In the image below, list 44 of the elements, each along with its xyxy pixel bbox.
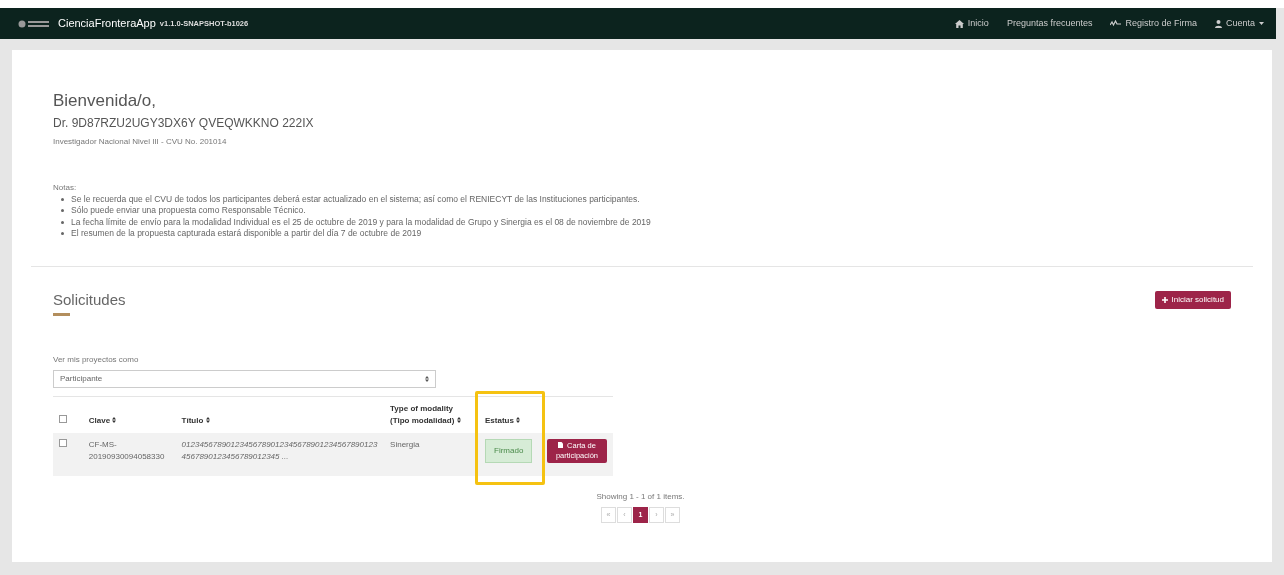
user-subtitle: Investigador Nacional Nivel III - CVU No. 201014: [53, 135, 228, 148]
table-cell: CF-MS-20190930094058330: [82, 433, 176, 476]
items-summary: Showing 1 - 1 of 1 items.: [596, 491, 685, 503]
column-header[interactable]: Título: [181, 415, 210, 427]
sort-icon: [516, 417, 521, 423]
new-request-button[interactable]: Iniciar solicitud: [1154, 290, 1231, 309]
bullet-icon: [61, 197, 64, 201]
document-icon: [558, 442, 564, 448]
role-select[interactable]: Participante: [53, 370, 436, 388]
note-item: Sólo puede enviar una propuesta como Responsable Técnico.: [71, 205, 306, 217]
column-header[interactable]: Type of modality (Tipo modalidad): [390, 403, 474, 427]
sort-icon: [425, 376, 429, 382]
nav-link[interactable]: Cuenta: [1214, 16, 1264, 31]
bullet-icon: [61, 220, 64, 224]
notes-heading: Notas:: [53, 181, 78, 194]
sort-icon: [205, 417, 210, 423]
section-title: Solicitudes: [53, 289, 126, 310]
user-icon: [1214, 19, 1222, 28]
sort-icon: [456, 417, 461, 423]
column-header[interactable]: Clave: [88, 415, 117, 427]
signature-icon: [1110, 20, 1122, 27]
column-header[interactable]: Estatus: [485, 415, 521, 427]
filter-label: Ver mis proyectos como: [53, 354, 140, 366]
user-name: Dr. 9D87RZU2UGY3DX6Y QVEQWKKNO 222IX: [53, 114, 315, 132]
table-cell: 012345678901234567890123456789012345678901234567890123456789012345 ...: [175, 433, 385, 476]
nav-link[interactable]: Preguntas frecuentes: [1006, 16, 1093, 31]
bullet-icon: [61, 209, 64, 213]
sort-icon: [112, 417, 117, 423]
title-underline: [53, 313, 70, 316]
greeting: Bienvenida/o,: [53, 90, 158, 112]
note-item: Se le recuerda que el CVU de todos los participantes deberá estar actualizado en el sistema; así como el RENIECYT de las Instituciones participantes.: [71, 193, 640, 205]
note-item: El resumen de la propuesta capturada estará disponible a partir del día 7 de octubre de 2019: [71, 228, 422, 240]
select-all-checkbox[interactable]: [59, 415, 67, 423]
note-item: La fecha límite de envío para la modalidad Individual es el 25 de octubre de 2019 y para la modalidad de Grupo y Sinergia es el 08 de noviembre de 2019: [71, 216, 651, 228]
status-label: Firmado: [485, 439, 533, 463]
nav-link[interactable]: Registro de Firma: [1110, 16, 1197, 31]
app-title[interactable]: CienciaFronteraApp: [58, 15, 156, 32]
row-checkbox[interactable]: [59, 439, 67, 447]
bullet-icon: [61, 232, 64, 236]
logo: [18, 18, 50, 29]
home-icon: [954, 19, 964, 28]
table-cell: Sinergia: [384, 433, 480, 476]
plus-icon: [1161, 296, 1168, 303]
nav-link[interactable]: Inicio: [954, 16, 989, 31]
